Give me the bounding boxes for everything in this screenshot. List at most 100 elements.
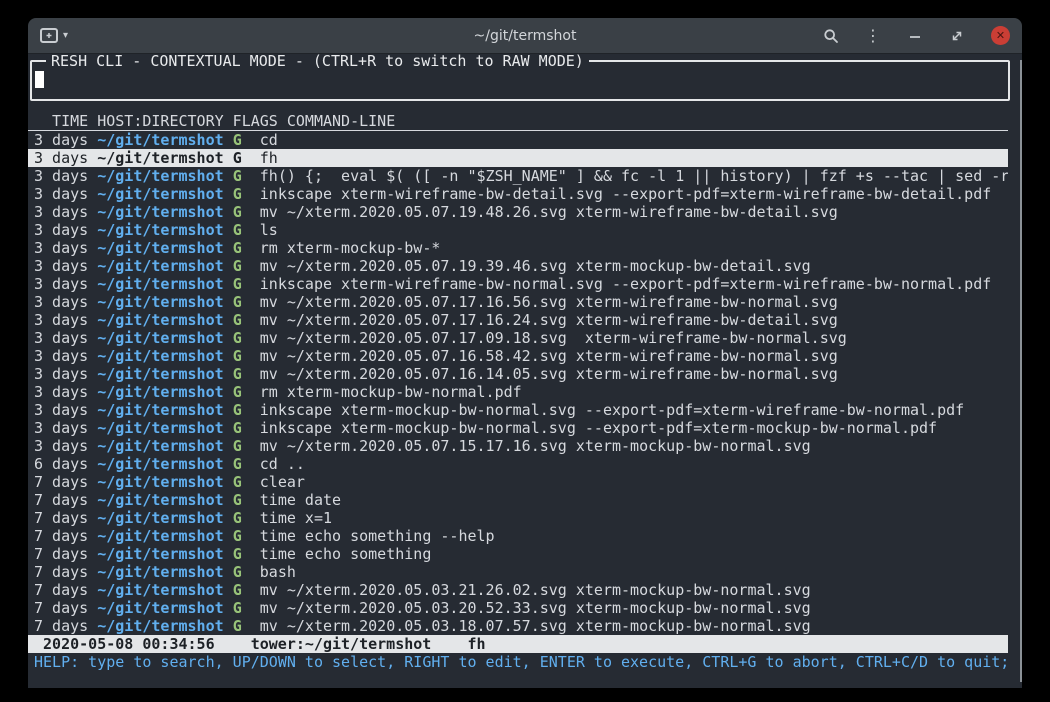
history-row[interactable]: 3 days ~/git/termshot G mv ~/xterm.2020.… [28,257,1008,275]
row-host: ~/git/termshot [97,437,223,455]
row-flags: G [233,437,242,455]
row-time: 3 days [34,347,88,365]
terminal-screen[interactable]: RESH CLI - CONTEXTUAL MODE - (CTRL+R to … [28,54,1022,688]
row-host: ~/git/termshot [97,617,223,635]
row-command: mv ~/xterm.2020.05.03.18.07.57.svg xterm… [260,617,811,635]
row-host: ~/git/termshot [97,509,223,527]
minimize-button[interactable] [907,26,923,46]
row-flags: G [233,455,242,473]
history-row[interactable]: 3 days ~/git/termshot G fh() {; eval $( … [28,167,1008,185]
row-time: 3 days [34,401,88,419]
row-time: 3 days [34,437,88,455]
history-row[interactable]: 3 days ~/git/termshot G inkscape xterm-w… [28,275,1008,293]
row-host: ~/git/termshot [97,581,223,599]
row-flags: G [233,401,242,419]
history-row[interactable]: 3 days ~/git/termshot G inkscape xterm-m… [28,401,1008,419]
row-flags: G [233,347,242,365]
history-row[interactable]: 3 days ~/git/termshot G mv ~/xterm.2020.… [28,347,1008,365]
row-flags: G [233,167,242,185]
history-row[interactable]: 3 days ~/git/termshot G mv ~/xterm.2020.… [28,329,1008,347]
new-tab-button[interactable]: ▾ [40,28,68,43]
row-time: 3 days [34,293,88,311]
history-row[interactable]: 3 days ~/git/termshot G fh [28,149,1008,167]
close-button[interactable]: ✕ [991,26,1010,45]
row-command: mv ~/xterm.2020.05.07.17.16.56.svg xterm… [260,293,838,311]
history-row[interactable]: 3 days ~/git/termshot G inkscape xterm-m… [28,419,1008,437]
titlebar[interactable]: ▾ ~/git/termshot ⋮ [28,18,1022,54]
titlebar-left-group: ▾ [40,28,68,43]
history-row[interactable]: 3 days ~/git/termshot G rm xterm-mockup-… [28,239,1008,257]
row-command: mv ~/xterm.2020.05.07.16.58.42.svg xterm… [260,347,838,365]
row-flags: G [233,203,242,221]
row-flags: G [233,509,242,527]
row-host: ~/git/termshot [97,311,223,329]
row-flags: G [233,473,242,491]
row-host: ~/git/termshot [97,167,223,185]
row-command: mv ~/xterm.2020.05.07.17.09.18.svg xterm… [260,329,847,347]
row-time: 3 days [34,365,88,383]
row-command: fh() {; eval $( ([ -n "$ZSH_NAME" ] && f… [260,167,1008,185]
row-command: mv ~/xterm.2020.05.03.21.26.02.svg xterm… [260,581,811,599]
row-host: ~/git/termshot [97,365,223,383]
row-time: 7 days [34,491,88,509]
history-row[interactable]: 3 days ~/git/termshot G ls [28,221,1008,239]
history-row[interactable]: 3 days ~/git/termshot G inkscape xterm-w… [28,185,1008,203]
history-row[interactable]: 3 days ~/git/termshot G mv ~/xterm.2020.… [28,311,1008,329]
status-location: tower:~/git/termshot [251,635,432,653]
row-time: 3 days [34,131,88,149]
history-row[interactable]: 6 days ~/git/termshot G cd .. [28,455,1008,473]
row-time: 7 days [34,581,88,599]
row-command: bash [260,563,296,581]
history-row[interactable]: 7 days ~/git/termshot G mv ~/xterm.2020.… [28,581,1008,599]
menu-button[interactable]: ⋮ [865,26,881,46]
row-command: time echo something --help [260,527,495,545]
table-header: TIME HOST:DIRECTORY FLAGS COMMAND-LINE [28,112,1008,131]
search-input[interactable]: RESH CLI - CONTEXTUAL MODE - (CTRL+R to … [30,60,1010,101]
row-host: ~/git/termshot [97,185,223,203]
history-row[interactable]: 3 days ~/git/termshot G mv ~/xterm.2020.… [28,365,1008,383]
history-row[interactable]: 3 days ~/git/termshot G mv ~/xterm.2020.… [28,437,1008,455]
chevron-down-icon: ▾ [63,30,68,41]
row-flags: G [233,599,242,617]
row-flags: G [233,275,242,293]
history-row[interactable]: 7 days ~/git/termshot G time date [28,491,1008,509]
titlebar-right-group: ⋮ ✕ [823,26,1010,46]
row-host: ~/git/termshot [97,527,223,545]
history-row[interactable]: 7 days ~/git/termshot G time echo someth… [28,545,1008,563]
status-bar: 2020-05-08 00:34:56 tower:~/git/termshot f… [28,635,1008,653]
row-host: ~/git/termshot [97,419,223,437]
row-time: 3 days [34,185,88,203]
row-host: ~/git/termshot [97,149,223,167]
kebab-menu-icon: ⋮ [865,26,881,45]
minimize-icon [908,29,922,43]
row-flags: G [233,545,242,563]
search-button[interactable] [823,26,839,46]
row-flags: G [233,149,242,167]
status-time: 2020-05-08 00:34:56 [43,635,215,653]
history-row[interactable]: 7 days ~/git/termshot G mv ~/xterm.2020.… [28,599,1008,617]
restore-button[interactable] [949,26,965,46]
row-time: 3 days [34,167,88,185]
history-row[interactable]: 3 days ~/git/termshot G mv ~/xterm.2020.… [28,293,1008,311]
history-row[interactable]: 3 days ~/git/termshot G rm xterm-mockup-… [28,383,1008,401]
row-host: ~/git/termshot [97,131,223,149]
row-command: mv ~/xterm.2020.05.07.16.14.05.svg xterm… [260,365,838,383]
row-host: ~/git/termshot [97,329,223,347]
close-icon: ✕ [996,30,1005,41]
row-command: mv ~/xterm.2020.05.07.17.16.24.svg xterm… [260,311,838,329]
scrollbar[interactable] [1020,60,1022,682]
history-row[interactable]: 3 days ~/git/termshot G mv ~/xterm.2020.… [28,203,1008,221]
history-row[interactable]: 7 days ~/git/termshot G mv ~/xterm.2020.… [28,617,1008,635]
row-flags: G [233,311,242,329]
status-command: fh [467,635,485,653]
history-row[interactable]: 7 days ~/git/termshot G bash [28,563,1008,581]
search-panel-label: RESH CLI - CONTEXTUAL MODE - (CTRL+R to … [46,54,589,70]
row-command: cd [260,131,278,149]
history-row[interactable]: 7 days ~/git/termshot G clear [28,473,1008,491]
row-host: ~/git/termshot [97,545,223,563]
history-row[interactable]: 7 days ~/git/termshot G time echo someth… [28,527,1008,545]
history-row[interactable]: 3 days ~/git/termshot G cd [28,131,1008,149]
row-flags: G [233,581,242,599]
history-row[interactable]: 7 days ~/git/termshot G time x=1 [28,509,1008,527]
row-host: ~/git/termshot [97,257,223,275]
